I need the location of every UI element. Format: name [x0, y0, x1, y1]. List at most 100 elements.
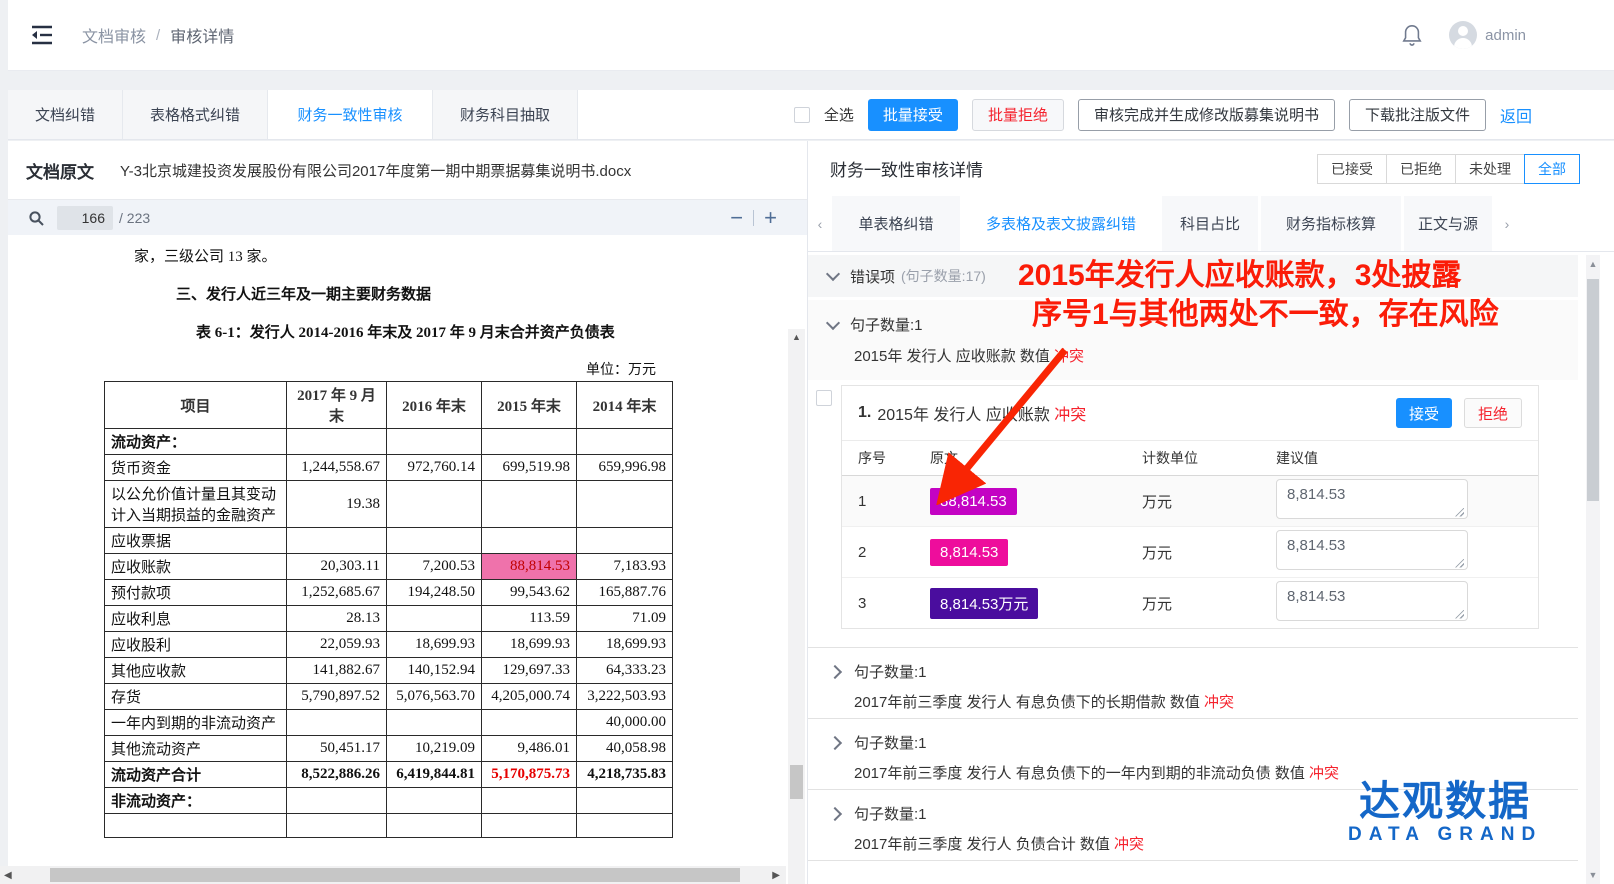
doc-table-cell [387, 528, 482, 554]
suggest-value-input[interactable] [1276, 479, 1468, 519]
review-tab-5[interactable]: 正文与源 [1404, 196, 1492, 251]
doc-table-row: 一年内到期的非流动资产40,000.00 [105, 710, 673, 736]
doc-table-header-cell: 2014 年末 [577, 382, 673, 429]
search-icon[interactable] [28, 210, 45, 227]
suggest-value-input[interactable] [1276, 530, 1468, 570]
review-panel-header: 财务一致性审核详情 已接受已拒绝未处理全部 [808, 141, 1614, 196]
page-number-input[interactable] [57, 206, 113, 230]
doc-table-header-cell: 2017 年 9 月末 [287, 382, 387, 429]
review-tab-2[interactable]: 多表格及表文披露纠错 [963, 196, 1159, 251]
scroll-left-arrow[interactable]: ◀ [4, 866, 12, 884]
doc-table-cell: 5,170,875.73 [482, 762, 577, 788]
doc-table-cell: 应收股利 [105, 632, 287, 658]
doc-table-cell: 一年内到期的非流动资产 [105, 710, 287, 736]
main-tab-4[interactable]: 财务科目抽取 [433, 90, 578, 139]
doc-table-row: 预付款项1,252,685.67194,248.5099,543.62165,8… [105, 580, 673, 606]
group-sentence-count: 句子数量:1 [850, 314, 923, 335]
error-group[interactable]: 句子数量:1 2015年 发行人 应收账款 数值 冲突 [808, 300, 1578, 380]
download-annotated-button[interactable]: 下载批注版文件 [1349, 99, 1486, 131]
menu-fold-icon[interactable] [30, 24, 54, 46]
main-tabs: 文档纠错表格格式纠错财务一致性审核财务科目抽取 [8, 90, 578, 139]
source-value-chip[interactable]: 8,814.53 [930, 539, 1008, 566]
finish-generate-button[interactable]: 审核完成并生成修改版募集说明书 [1078, 99, 1335, 131]
document-filename: Y-3北京城建投资发展股份有限公司2017年度第一期中期票据募集说明书.docx [120, 160, 631, 181]
doc-table-row: 货币资金1,244,558.67972,760.14699,519.98659,… [105, 455, 673, 481]
filter-1[interactable]: 已接受 [1317, 154, 1387, 184]
tabs-prev-arrow[interactable]: ‹ [808, 196, 832, 251]
document-horizontal-scrollbar[interactable]: ◀ ▶ [0, 866, 786, 884]
review-list-scrollbar[interactable]: ▲ ▼ [1586, 255, 1600, 884]
batch-reject-button[interactable]: 批量拒绝 [972, 99, 1064, 131]
zoom-out-button[interactable]: − [730, 208, 743, 228]
breadcrumb-section[interactable]: 文档审核 [82, 23, 146, 47]
doc-table-cell: 5,076,563.70 [387, 684, 482, 710]
document-viewer[interactable]: 家，三级公司 13 家。 三、发行人近三年及一期主要财务数据 表 6-1：发行人… [8, 235, 807, 884]
conflict-badge: 冲突 [1204, 694, 1234, 711]
reject-button[interactable]: 拒绝 [1464, 398, 1522, 428]
chevron-right-icon [828, 806, 842, 820]
document-panel-header: 文档原文 Y-3北京城建投资发展股份有限公司2017年度第一期中期票据募集说明书… [8, 141, 807, 200]
doc-table-cell [577, 429, 673, 455]
doc-table-cell [387, 606, 482, 632]
doc-table-cell: 货币资金 [105, 455, 287, 481]
doc-table-cell [482, 528, 577, 554]
card-column-header: 原文 [930, 448, 1142, 468]
app-screen: 文档审核 / 审核详情 admin 文档纠错表格格式纠错财务一致性审核财务科目抽… [0, 0, 1614, 884]
scroll-up-arrow[interactable]: ▲ [788, 329, 805, 345]
select-all-checkbox[interactable] [794, 107, 810, 123]
doc-table-cell: 129,697.33 [482, 658, 577, 684]
filter-2[interactable]: 已拒绝 [1386, 154, 1456, 184]
review-tab-3[interactable]: 科目占比 [1162, 196, 1258, 251]
filter-3[interactable]: 未处理 [1455, 154, 1525, 184]
zoom-in-button[interactable]: + [764, 208, 777, 228]
doc-table-cell: 9,486.01 [482, 736, 577, 762]
main-tab-1[interactable]: 文档纠错 [8, 90, 123, 139]
document-vertical-scrollbar[interactable]: ▲ ▼ [788, 329, 805, 884]
batch-accept-button[interactable]: 批量接受 [868, 99, 958, 131]
source-value-chip[interactable]: 88,814.53 [930, 488, 1017, 515]
source-value-chip[interactable]: 8,814.53万元 [930, 588, 1038, 619]
doc-table-cell: 50,451.17 [287, 736, 387, 762]
horizontal-scroll-thumb[interactable] [50, 868, 740, 882]
username[interactable]: admin [1485, 27, 1526, 44]
doc-table-cell: 流动资产： [105, 429, 287, 455]
filter-4[interactable]: 全部 [1524, 154, 1580, 184]
scroll-down-arrow[interactable]: ▼ [1586, 868, 1600, 882]
notification-bell-icon[interactable] [1401, 23, 1423, 47]
back-link[interactable]: 返回 [1500, 103, 1532, 127]
error-item-checkbox[interactable] [816, 390, 832, 406]
suggest-value-input[interactable] [1276, 581, 1468, 621]
tabs-next-arrow[interactable]: › [1495, 196, 1519, 251]
doc-heading: 三、发行人近三年及一期主要财务数据 [176, 283, 431, 304]
doc-table-cell: 71.09 [577, 606, 673, 632]
user-avatar[interactable] [1449, 21, 1477, 49]
vertical-scroll-thumb[interactable] [790, 765, 803, 799]
error-list: 错误项 (句子数量:17) 句子数量:1 2015年 发行人 应收账款 数值 冲… [808, 252, 1614, 884]
doc-table-cell: 7,183.93 [577, 554, 673, 580]
review-tab-1[interactable]: 单表格纠错 [832, 196, 960, 251]
doc-table-cell: 972,760.14 [387, 455, 482, 481]
accept-button[interactable]: 接受 [1396, 398, 1452, 428]
doc-table-cell [287, 788, 387, 814]
error-section-header[interactable]: 错误项 (句子数量:17) [808, 255, 1578, 297]
vertical-scroll-thumb[interactable] [1587, 279, 1599, 501]
doc-table-cell: 18,699.93 [387, 632, 482, 658]
doc-table-cell [387, 814, 482, 838]
suggest-cell [1276, 479, 1468, 524]
error-item-2[interactable]: 句子数量:12017年前三季度 发行人 有息负债下的一年内到期的非流动负债 数值… [808, 718, 1578, 789]
item-sentence-count: 句子数量:1 [854, 803, 927, 824]
scroll-up-arrow[interactable]: ▲ [1586, 257, 1600, 271]
select-all-label[interactable]: 全选 [824, 104, 854, 125]
breadcrumb-separator: / [156, 27, 160, 44]
main-tab-3[interactable]: 财务一致性审核 [268, 90, 433, 139]
review-tab-4[interactable]: 财务指标核算 [1261, 196, 1401, 251]
scroll-right-arrow[interactable]: ▶ [772, 866, 780, 884]
balance-sheet-table: 项目2017 年 9 月末2016 年末2015 年末2014 年末流动资产：货… [104, 381, 673, 838]
item-desc-text: 2017年前三季度 发行人 负债合计 数值 [854, 836, 1114, 853]
doc-table-cell: 其他应收款 [105, 658, 287, 684]
source-cell: 8,814.53 [930, 539, 1142, 566]
doc-table-row: 应收票据 [105, 528, 673, 554]
main-tab-2[interactable]: 表格格式纠错 [123, 90, 268, 139]
error-item-3[interactable]: 句子数量:12017年前三季度 发行人 负债合计 数值 冲突 [808, 789, 1578, 861]
error-item-1[interactable]: 句子数量:12017年前三季度 发行人 有息负债下的长期借款 数值 冲突 [808, 647, 1578, 718]
